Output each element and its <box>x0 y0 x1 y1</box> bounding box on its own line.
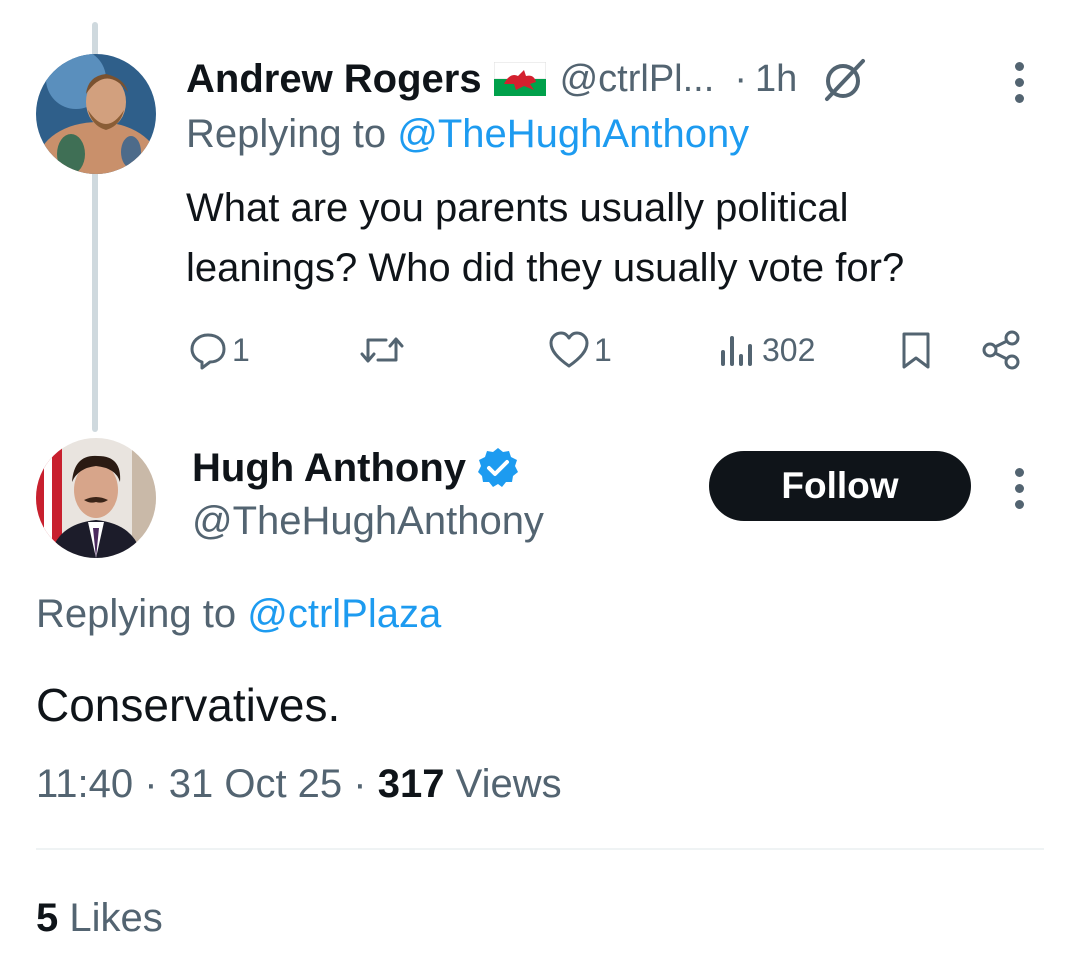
tweet-time[interactable]: 11:40 <box>36 762 133 806</box>
retweet-icon <box>360 337 404 363</box>
avatar[interactable] <box>36 54 156 174</box>
replying-to-line: Replying to @ctrlPlaza <box>36 592 441 637</box>
avatar[interactable] <box>36 438 156 558</box>
retweet-button[interactable] <box>358 330 406 370</box>
tweet-date[interactable]: 31 Oct 25 <box>169 762 342 806</box>
more-options-icon[interactable] <box>1014 62 1024 103</box>
grok-icon[interactable] <box>821 55 869 103</box>
analytics-icon <box>721 336 752 366</box>
replying-to-link[interactable]: @ctrlPlaza <box>247 592 441 636</box>
tweet-text-line: What are you parents usually political <box>186 186 849 230</box>
views-count: 317 <box>377 762 445 806</box>
author-name[interactable]: Hugh Anthony <box>192 446 466 491</box>
likes-count: 5 <box>36 896 59 940</box>
tweet-text: What are you parents usually political l… <box>186 178 904 298</box>
follow-button[interactable]: Follow <box>709 451 971 521</box>
separator-dot: · <box>734 57 747 100</box>
tweet-text: Conservatives. <box>36 679 341 731</box>
avatar-hugh-anthony-image <box>36 438 156 558</box>
bookmark-icon <box>902 332 930 369</box>
reply-count: 1 <box>232 331 250 368</box>
views-button[interactable]: 302 <box>718 330 815 370</box>
replying-to-label: Replying to <box>36 592 237 636</box>
likes-summary[interactable]: 5 Likes <box>36 896 163 941</box>
replying-to-link[interactable]: @TheHughAnthony <box>397 112 749 156</box>
share-icon <box>982 330 1020 370</box>
likes-label: Likes <box>69 896 163 940</box>
views-label: Views <box>455 762 562 806</box>
author-handle[interactable]: @ctrlPl... <box>560 58 715 101</box>
bookmark-button[interactable] <box>898 330 934 370</box>
author-handle[interactable]: @TheHughAnthony <box>192 499 544 544</box>
like-count: 1 <box>594 331 612 368</box>
replying-to-line: Replying to @TheHughAnthony <box>186 112 749 157</box>
share-button[interactable] <box>980 330 1022 370</box>
tweet-time[interactable]: 1h <box>755 58 797 101</box>
author-header: Hugh Anthony <box>192 440 520 496</box>
wales-flag-icon <box>493 61 547 96</box>
author-name[interactable]: Andrew Rogers <box>186 57 482 102</box>
separator-dot: · <box>353 762 367 806</box>
views-count: 302 <box>762 331 816 368</box>
tweet-meta: 11:40 · 31 Oct 25 · 317 Views <box>36 762 562 807</box>
more-options-icon[interactable] <box>1014 468 1024 509</box>
like-button[interactable]: 1 <box>548 330 612 370</box>
heart-icon <box>549 331 589 368</box>
divider <box>36 848 1044 850</box>
reply-button[interactable]: 1 <box>188 330 250 370</box>
tweet-header: Andrew Rogers @ctrlPl... · 1h <box>186 52 869 106</box>
reply-icon <box>190 333 226 370</box>
verified-badge-icon <box>476 446 520 490</box>
tweet-text-line: leanings? Who did they usually vote for? <box>186 246 905 290</box>
replying-to-label: Replying to <box>186 112 387 156</box>
avatar-andrew-rogers-image <box>36 54 156 174</box>
separator-dot: · <box>144 762 158 806</box>
